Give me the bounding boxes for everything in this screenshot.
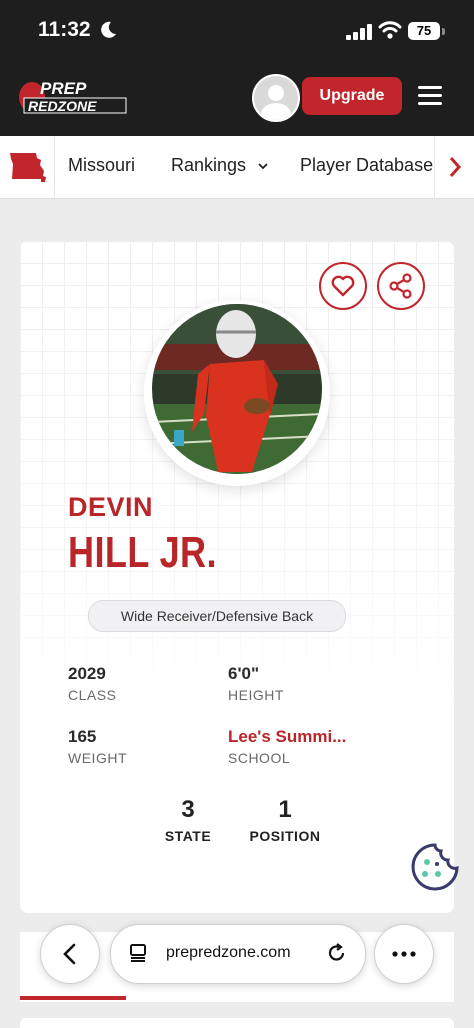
position-rank-label: POSITION (249, 828, 321, 844)
school-label: SCHOOL (228, 750, 291, 766)
battery-level: 75 (408, 22, 440, 40)
nav-divider (54, 136, 55, 198)
school-value-link[interactable]: Lee's Summi... (228, 727, 346, 747)
hamburger-menu-icon[interactable] (418, 86, 442, 106)
position-rank-value: 1 (278, 796, 292, 823)
class-value: 2029 (68, 664, 106, 683)
nav-item-player-database[interactable]: Player Database (300, 155, 434, 176)
prep-redzone-logo[interactable]: PREP REDZONE (18, 78, 128, 116)
status-bar: 11:32 75 (0, 0, 474, 60)
active-tab-indicator (20, 996, 126, 1000)
player-last-name: HILL JR. (68, 528, 217, 577)
browser-url-text: prepredzone.com (166, 944, 291, 961)
upgrade-button[interactable]: Upgrade (302, 77, 402, 115)
more-options-icon (392, 951, 416, 957)
browser-back-button[interactable] (40, 924, 100, 984)
height-value: 6'0" (228, 664, 260, 683)
share-button[interactable] (377, 262, 425, 310)
nav-item-rankings[interactable]: Rankings (171, 155, 269, 176)
state-rank-label: STATE (164, 828, 212, 844)
missouri-state-icon[interactable] (8, 150, 48, 184)
svg-text:PREP: PREP (40, 79, 87, 98)
share-icon (389, 273, 412, 299)
nav-item-missouri[interactable]: Missouri (68, 155, 135, 176)
next-card-edge (20, 1018, 454, 1028)
nav-item-rankings-label: Rankings (171, 155, 247, 175)
position-badge: Wide Receiver/Defensive Back (88, 600, 346, 632)
heart-icon (331, 275, 355, 297)
player-photo (152, 304, 322, 474)
height-label: HEIGHT (228, 687, 284, 703)
weight-value: 165 (68, 727, 97, 746)
weight-label: WEIGHT (68, 750, 127, 766)
status-time: 11:32 (38, 18, 91, 41)
state-rank-value: 3 (181, 796, 195, 823)
reload-icon[interactable] (326, 942, 348, 964)
wifi-icon (378, 21, 402, 39)
section-nav: Missouri Rankings Player Database (0, 136, 474, 199)
chevron-right-icon (449, 157, 462, 177)
svg-text:REDZONE: REDZONE (28, 98, 97, 114)
chevron-left-icon (63, 943, 76, 965)
cookie-icon[interactable] (410, 842, 460, 892)
site-header: PREP REDZONE (0, 60, 474, 136)
chevron-down-icon (258, 163, 268, 170)
player-first-name: DEVIN (68, 492, 154, 522)
moon-icon (101, 21, 116, 38)
browser-more-button[interactable] (374, 924, 434, 984)
user-icon (261, 85, 291, 120)
favorite-button[interactable] (319, 262, 367, 310)
class-label: CLASS (68, 687, 117, 703)
user-avatar[interactable] (252, 74, 300, 122)
nav-scroll-right-button[interactable] (434, 136, 474, 198)
tabs-overview-icon[interactable] (128, 943, 150, 963)
battery-tip (442, 28, 445, 35)
signal-icon (346, 24, 372, 40)
